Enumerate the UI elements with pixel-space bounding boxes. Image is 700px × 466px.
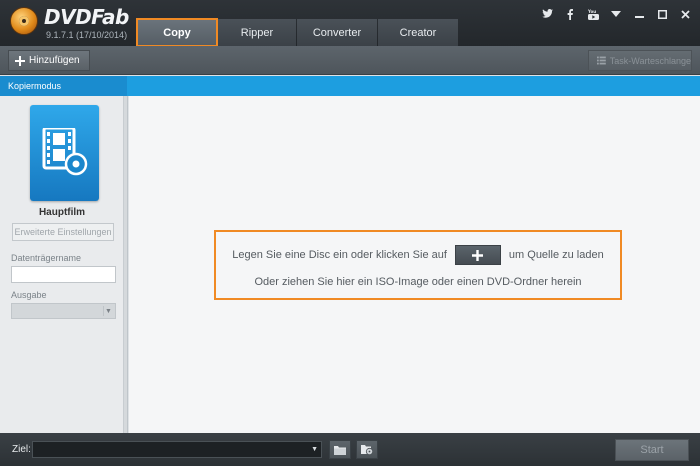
list-icon: [597, 56, 606, 65]
folder-icon: [334, 445, 346, 455]
drop-hint-text-after: um Quelle zu laden: [508, 249, 604, 261]
logo-text: DVDFab: [44, 5, 129, 29]
copy-mode-header: Kopiermodus: [0, 76, 127, 96]
drop-hint-text-before: Legen Sie eine Disc ein oder klicken Sie…: [232, 249, 447, 261]
dvdfab-logo-icon: [10, 7, 38, 35]
browse-folder-button[interactable]: [329, 440, 351, 459]
facebook-icon[interactable]: [563, 7, 577, 21]
add-source-button[interactable]: Hinzufügen: [8, 50, 90, 71]
save-as-iso-button[interactable]: [356, 440, 378, 459]
close-icon[interactable]: [678, 7, 692, 21]
mode-bar: Kopiermodus: [0, 76, 700, 96]
app-version: 9.1.7.1 (17/10/2014): [46, 30, 128, 40]
tab-creator[interactable]: Creator: [378, 19, 458, 46]
copy-mode-panel: Hauptfilm Erweiterte Einstellungen Daten…: [0, 96, 124, 433]
main-tabs: Copy Ripper Converter Creator: [136, 18, 459, 47]
chevron-down-icon: ▼: [311, 446, 318, 453]
minimize-icon[interactable]: [632, 7, 646, 21]
disc-folder-icon: [361, 445, 373, 455]
mode-name: Hauptfilm: [38, 207, 86, 218]
target-select[interactable]: ▼: [32, 441, 322, 458]
chevron-down-icon: ▼: [103, 306, 113, 316]
tab-ripper[interactable]: Ripper: [218, 19, 296, 46]
task-queue-button[interactable]: Task-Warteschlange: [588, 50, 692, 71]
add-source-label: Hinzufügen: [29, 55, 80, 66]
drop-hint-box: Legen Sie eine Disc ein oder klicken Sie…: [214, 230, 622, 300]
plus-icon: [15, 55, 25, 66]
source-drop-area[interactable]: Legen Sie eine Disc ein oder klicken Sie…: [129, 96, 700, 433]
advanced-settings-button[interactable]: Erweiterte Einstellungen: [12, 223, 114, 241]
maximize-icon[interactable]: [655, 7, 669, 21]
output-select[interactable]: ▼: [11, 303, 116, 319]
target-label: Ziel:: [12, 444, 31, 455]
drop-hint-line-1: Legen Sie eine Disc ein oder klicken Sie…: [216, 245, 620, 265]
drop-hint-line-2: Oder ziehen Sie hier ein ISO-Image oder …: [254, 276, 582, 288]
bottom-bar: Ziel: ▼ Start: [0, 433, 700, 466]
tab-copy[interactable]: Copy: [136, 18, 218, 47]
title-bar: DVDFab 9.1.7.1 (17/10/2014) Copy Ripper …: [0, 0, 700, 47]
main-movie-mode-tile[interactable]: [30, 105, 99, 201]
toolbar: Hinzufügen Task-Warteschlange: [0, 46, 700, 75]
task-queue-label: Task-Warteschlange: [609, 55, 691, 66]
dropdown-icon[interactable]: [609, 7, 623, 21]
film-disc-icon: [42, 128, 88, 176]
svg-text:You: You: [588, 9, 596, 14]
tab-converter[interactable]: Converter: [297, 19, 377, 46]
plus-icon: [472, 249, 484, 261]
volume-label: Datenträgername: [11, 253, 82, 263]
start-button[interactable]: Start: [615, 439, 689, 461]
app-logo: DVDFab 9.1.7.1 (17/10/2014): [10, 5, 130, 45]
volume-name-field[interactable]: [11, 266, 116, 283]
output-label: Ausgabe: [11, 290, 47, 300]
panel-splitter[interactable]: [124, 96, 128, 433]
twitter-icon[interactable]: [540, 7, 554, 21]
youtube-icon[interactable]: You: [586, 7, 600, 21]
window-controls: You: [540, 7, 692, 21]
load-source-button[interactable]: [454, 245, 501, 265]
